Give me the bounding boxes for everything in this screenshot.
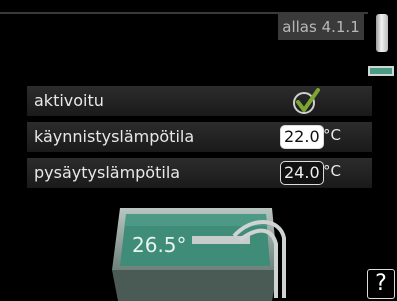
setting-row-stop-temp[interactable]: pysäytyslämpötila 24.0 °C <box>27 158 372 188</box>
pool-temperature: 26.5° <box>132 233 187 257</box>
help-button[interactable]: ? <box>367 269 395 299</box>
setting-row-start-temp[interactable]: käynnistyslämpötila 22.0 °C <box>27 122 372 152</box>
stop-temp-unit: °C <box>323 162 341 180</box>
pool-icon <box>368 66 394 76</box>
start-temp-label: käynnistyslämpötila <box>34 127 195 146</box>
checkmark-icon[interactable] <box>290 87 320 115</box>
stop-temp-value[interactable]: 24.0 <box>280 161 324 185</box>
activated-label: aktivoitu <box>34 91 104 110</box>
setting-row-activated[interactable]: aktivoitu <box>27 86 372 116</box>
start-temp-unit: °C <box>323 126 341 144</box>
menu-title: allas 4.1.1 <box>278 14 364 40</box>
stop-temp-label: pysäytyslämpötila <box>34 163 181 182</box>
scroll-indicator[interactable] <box>376 14 388 52</box>
start-temp-value[interactable]: 22.0 <box>280 125 324 149</box>
